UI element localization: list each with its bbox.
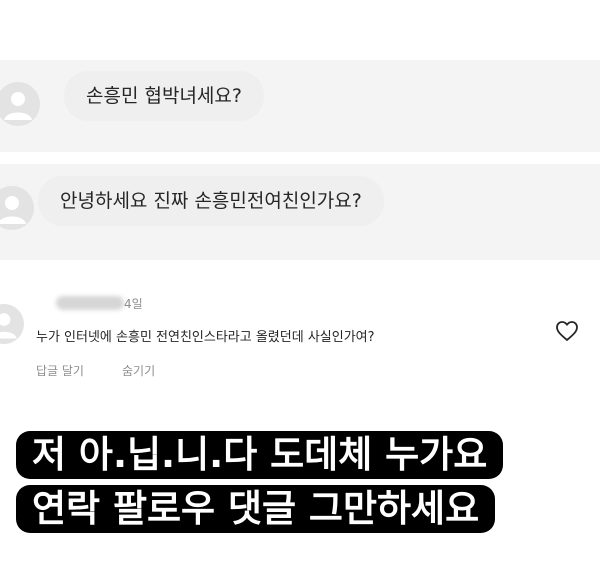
- hide-button[interactable]: 숨기기: [122, 362, 155, 379]
- message-bubble[interactable]: 손흥민 협박녀세요?: [64, 71, 264, 121]
- reply-button[interactable]: 답글 달기: [36, 362, 84, 379]
- heart-icon[interactable]: [555, 320, 579, 342]
- comment-text: 누가 인터넷에 손흥민 전연친인스타라고 올렸던데 사실인가여?: [36, 330, 375, 345]
- divider: [0, 152, 600, 164]
- message-bubble[interactable]: 안녕하세요 진짜 손흥민전여친인가요?: [38, 176, 384, 226]
- caption-line-1: 저 아.닙.니.다 도데체 누가요: [16, 431, 504, 479]
- blurred-username: [56, 296, 124, 310]
- caption-line-2: 연락 팔로우 댓글 그만하세요: [16, 485, 496, 533]
- comment-timestamp: 4일: [124, 297, 143, 311]
- screenshot: 손흥민 협박녀세요? 안녕하세요 진짜 손흥민전여친인가요? 4일 누가 인터넷…: [0, 0, 600, 580]
- top-blank-area: [0, 0, 600, 60]
